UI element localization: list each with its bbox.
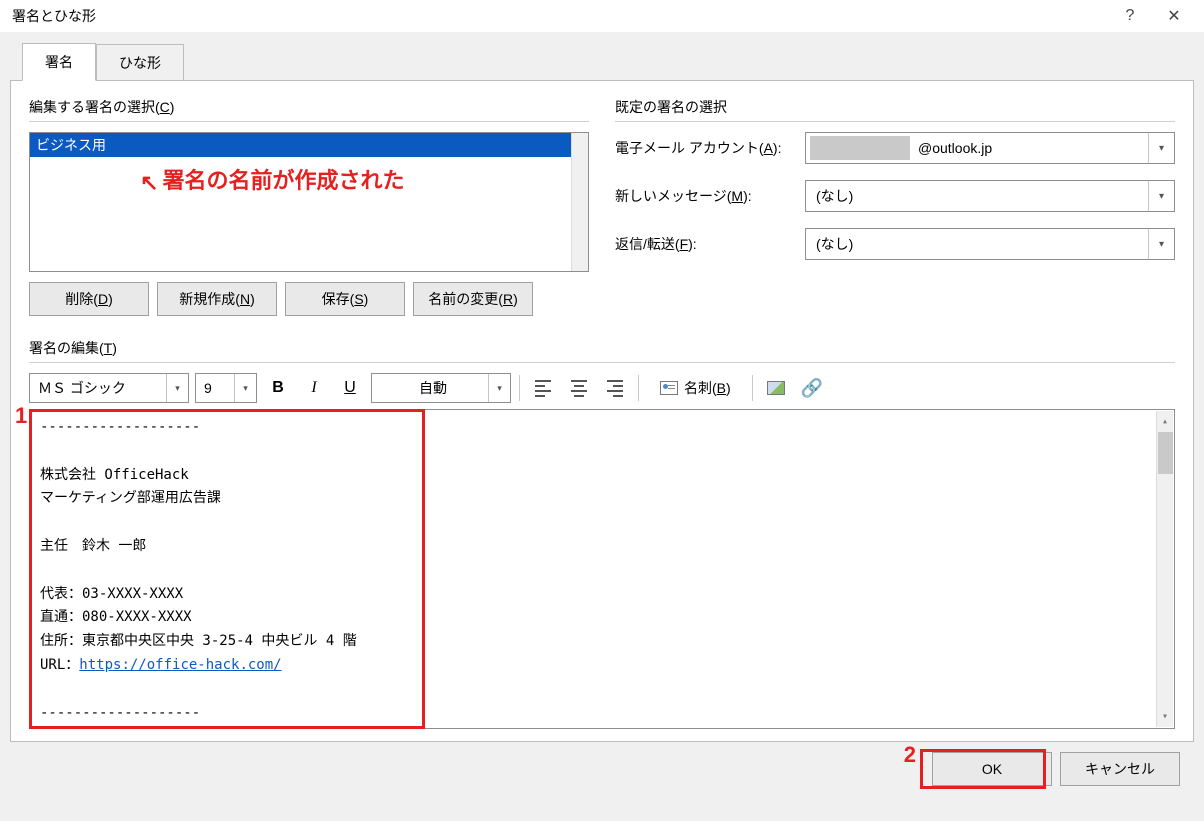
- annotation-number-1: 1: [15, 403, 27, 429]
- font-color-select[interactable]: 自動 ▾: [371, 373, 511, 403]
- rename-button[interactable]: 名前の変更(R): [413, 282, 533, 316]
- editor-scrollbar[interactable]: ▴ ▾: [1156, 411, 1173, 727]
- italic-button[interactable]: I: [299, 373, 329, 403]
- picture-icon: [767, 381, 785, 395]
- align-center-button[interactable]: [564, 373, 594, 403]
- scroll-thumb[interactable]: [1158, 432, 1173, 474]
- ok-button[interactable]: OK: [932, 752, 1052, 786]
- new-message-label: 新しいメッセージ(M):: [615, 186, 795, 206]
- select-signature-label: 編集する署名の選択(C): [29, 97, 589, 117]
- list-scrollbar[interactable]: [571, 133, 588, 271]
- edit-signature-label: 署名の編集(T): [29, 338, 1175, 358]
- separator: [519, 375, 520, 401]
- delete-button[interactable]: 削除(D): [29, 282, 149, 316]
- default-signature-label: 既定の署名の選択: [615, 97, 1175, 117]
- tab-strip: 署名 ひな形: [22, 42, 1194, 80]
- tab-panel: 編集する署名の選択(C) ビジネス用 ↖署名の名前が作成された 削除(D) 新規…: [10, 80, 1194, 742]
- insert-picture-button[interactable]: [761, 373, 791, 403]
- align-left-button[interactable]: [528, 373, 558, 403]
- new-message-select[interactable]: (なし) ▾: [805, 180, 1175, 212]
- new-button[interactable]: 新規作成(N): [157, 282, 277, 316]
- cancel-button[interactable]: キャンセル: [1060, 752, 1180, 786]
- chevron-down-icon: ▾: [1148, 133, 1174, 163]
- separator: [638, 375, 639, 401]
- chevron-down-icon: ▾: [1148, 181, 1174, 211]
- signature-list-item[interactable]: ビジネス用: [30, 133, 588, 157]
- align-right-button[interactable]: [600, 373, 630, 403]
- email-domain: @outlook.jp: [918, 140, 992, 156]
- email-account-label: 電子メール アカウント(A):: [615, 138, 795, 158]
- tab-stationery[interactable]: ひな形: [96, 44, 184, 81]
- divider: [29, 121, 589, 122]
- font-size-select[interactable]: 9 ▾: [195, 373, 257, 403]
- card-icon: [660, 381, 678, 395]
- tab-signature[interactable]: 署名: [22, 43, 96, 81]
- email-account-select[interactable]: @outlook.jp ▾: [805, 132, 1175, 164]
- arrow-icon: ↖: [140, 170, 158, 196]
- insert-link-button[interactable]: 🔗: [797, 373, 827, 403]
- close-button[interactable]: ✕: [1152, 6, 1196, 26]
- help-button[interactable]: ?: [1108, 7, 1152, 25]
- separator: [752, 375, 753, 401]
- chevron-down-icon: ▾: [166, 374, 188, 402]
- scroll-up-icon[interactable]: ▴: [1162, 413, 1168, 430]
- divider: [29, 362, 1175, 363]
- signature-url-link[interactable]: https://office-hack.com/: [79, 657, 281, 673]
- divider: [615, 121, 1175, 122]
- annotation-created: ↖署名の名前が作成された: [140, 163, 404, 195]
- chevron-down-icon: ▾: [488, 374, 510, 402]
- reply-forward-select[interactable]: (なし) ▾: [805, 228, 1175, 260]
- titlebar: 署名とひな形 ? ✕: [0, 0, 1204, 32]
- email-mask: [810, 136, 910, 160]
- editor-toolbar: ＭＳ ゴシック ▾ 9 ▾ B I U 自動 ▾: [29, 373, 1175, 403]
- signature-listbox[interactable]: ビジネス用 ↖署名の名前が作成された: [29, 132, 589, 272]
- reply-forward-label: 返信/転送(F):: [615, 234, 795, 254]
- font-select[interactable]: ＭＳ ゴシック ▾: [29, 373, 189, 403]
- signature-editor[interactable]: ------------------- 株式会社 OfficeHack マーケテ…: [29, 409, 1175, 729]
- chevron-down-icon: ▾: [1148, 229, 1174, 259]
- window-title: 署名とひな形: [12, 6, 1108, 26]
- business-card-button[interactable]: 名刺(B): [647, 373, 744, 403]
- save-button[interactable]: 保存(S): [285, 282, 405, 316]
- link-icon: 🔗: [800, 378, 822, 399]
- bold-button[interactable]: B: [263, 373, 293, 403]
- scroll-down-icon[interactable]: ▾: [1162, 708, 1168, 725]
- underline-button[interactable]: U: [335, 373, 365, 403]
- chevron-down-icon: ▾: [234, 374, 256, 402]
